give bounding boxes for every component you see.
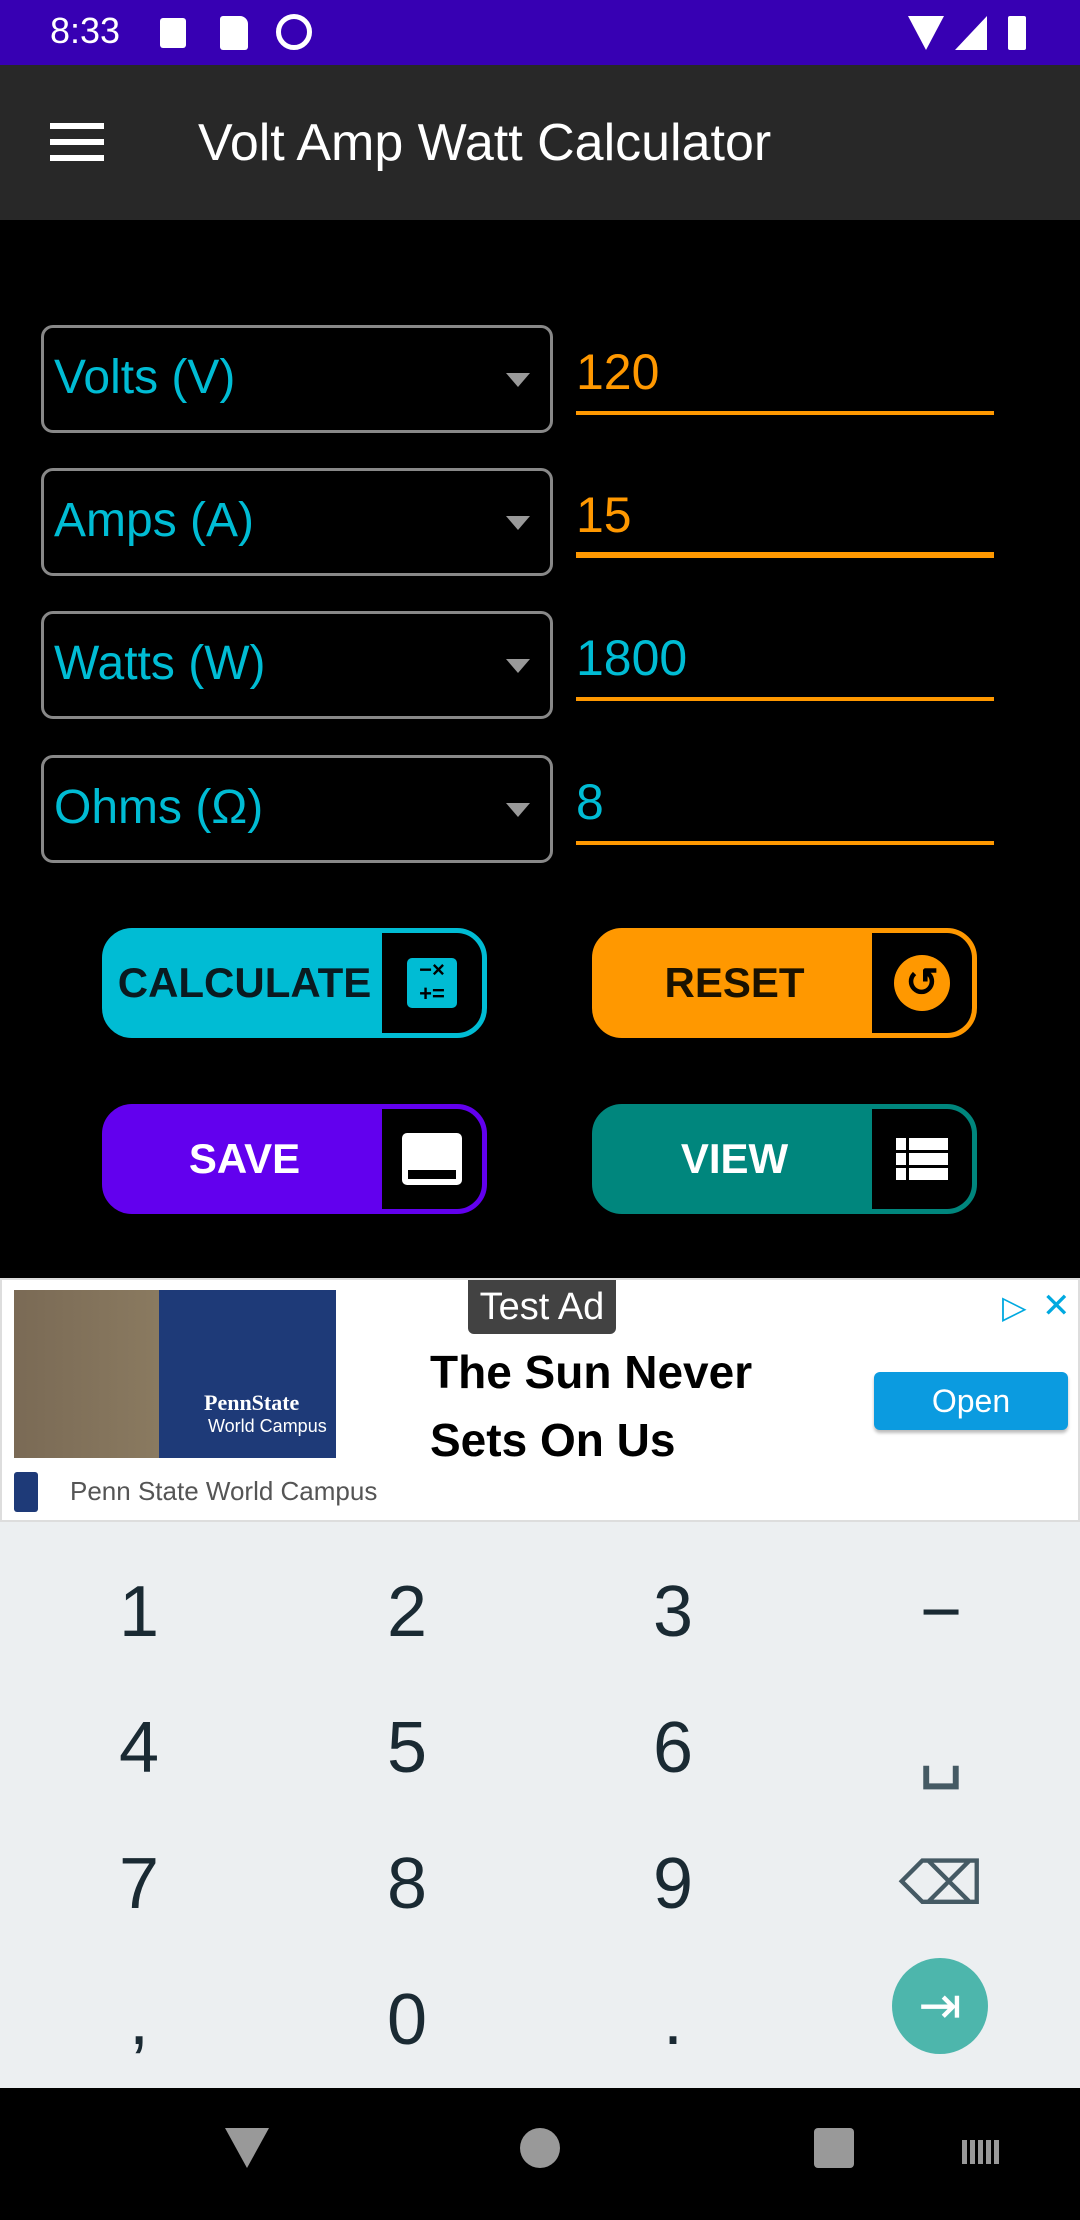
keyboard-switch-icon[interactable] xyxy=(962,2140,1002,2164)
calculate-button[interactable]: CALCULATE −× += xyxy=(102,928,487,1038)
key-4[interactable]: 4 xyxy=(4,1680,274,1816)
view-button[interactable]: VIEW xyxy=(592,1104,977,1214)
reset-icon: ↺ xyxy=(872,933,972,1033)
unit-dropdown-watts[interactable]: Watts (W) xyxy=(41,611,553,719)
space-key-icon[interactable]: ␣ xyxy=(806,1680,1076,1816)
key-2[interactable]: 2 xyxy=(272,1544,542,1680)
recents-icon[interactable] xyxy=(814,2128,854,2168)
adchoices-icon[interactable]: ▷ xyxy=(1002,1288,1027,1326)
key-3[interactable]: 3 xyxy=(538,1544,808,1680)
home-icon[interactable] xyxy=(520,2128,560,2168)
key-6[interactable]: 6 xyxy=(538,1680,808,1816)
back-icon[interactable] xyxy=(225,2128,269,2168)
next-field-icon[interactable]: ⇥ xyxy=(892,1958,988,2054)
app-bar: Volt Amp Watt Calculator xyxy=(0,65,1080,220)
a-notification-icon xyxy=(160,18,186,48)
advertiser-logo-icon xyxy=(14,1472,38,1512)
list-icon xyxy=(872,1109,972,1209)
dropdown-label: Ohms (Ω) xyxy=(54,781,264,834)
dropdown-arrow-icon xyxy=(506,373,530,387)
key-1[interactable]: 1 xyxy=(4,1544,274,1680)
ad-banner[interactable]: PennState World Campus Test Ad The Sun N… xyxy=(0,1278,1080,1522)
unit-dropdown-volts[interactable]: Volts (V) xyxy=(41,325,553,433)
q-icon xyxy=(276,14,312,50)
status-time: 8:33 xyxy=(50,10,121,51)
dropdown-label: Volts (V) xyxy=(54,351,236,404)
unit-dropdown-amps[interactable]: Amps (A) xyxy=(41,468,553,576)
dropdown-arrow-icon xyxy=(506,659,530,673)
ad-image[interactable]: PennState World Campus xyxy=(14,1290,336,1458)
dropdown-label: Amps (A) xyxy=(54,494,255,547)
key-0[interactable]: 0 xyxy=(272,1952,542,2088)
calculator-icon: −× += xyxy=(382,933,482,1033)
dropdown-label: Watts (W) xyxy=(54,637,266,690)
key-comma[interactable]: , xyxy=(4,1952,274,2088)
ad-advertiser: Penn State World Campus xyxy=(70,1476,378,1506)
ad-image-subtext: World Campus xyxy=(208,1416,327,1436)
ad-headline[interactable]: The Sun Never Sets On Us xyxy=(430,1338,790,1474)
save-label: SAVE xyxy=(188,1135,301,1182)
ad-open-button[interactable]: Open xyxy=(874,1372,1068,1430)
status-bar: 8:33 xyxy=(0,0,1080,65)
calculate-label: CALCULATE xyxy=(117,959,372,1006)
watts-input[interactable]: 1800 xyxy=(576,621,994,701)
numeric-keyboard: 1 2 3 − 4 5 6 ␣ 7 8 9 ⌫ , 0 . ⇥ xyxy=(0,1522,1080,2088)
dropdown-arrow-icon xyxy=(506,516,530,530)
ad-image-text: PennState xyxy=(204,1390,300,1415)
key-9[interactable]: 9 xyxy=(538,1816,808,1952)
reset-button[interactable]: RESET ↺ xyxy=(592,928,977,1038)
page-title: Volt Amp Watt Calculator xyxy=(198,114,772,172)
dropdown-arrow-icon xyxy=(506,803,530,817)
key-minus[interactable]: − xyxy=(806,1544,1076,1680)
key-7[interactable]: 7 xyxy=(4,1816,274,1952)
save-button[interactable]: SAVE xyxy=(102,1104,487,1214)
test-ad-badge: Test Ad xyxy=(468,1280,616,1334)
unit-dropdown-ohms[interactable]: Ohms (Ω) xyxy=(41,755,553,863)
battery-icon xyxy=(1008,16,1026,50)
reset-label: RESET xyxy=(664,959,805,1006)
hamburger-menu-icon[interactable] xyxy=(50,123,104,163)
save-icon xyxy=(382,1109,482,1209)
volts-input[interactable]: 120 xyxy=(576,335,994,415)
key-period[interactable]: . xyxy=(538,1952,808,2088)
ohms-input[interactable]: 8 xyxy=(576,765,994,845)
signal-icon xyxy=(955,16,987,50)
key-5[interactable]: 5 xyxy=(272,1680,542,1816)
close-icon[interactable]: ✕ xyxy=(1042,1286,1071,1326)
backspace-icon[interactable]: ⌫ xyxy=(806,1816,1076,1952)
amps-input[interactable]: 15 xyxy=(576,478,994,558)
key-8[interactable]: 8 xyxy=(272,1816,542,1952)
wifi-icon xyxy=(908,16,944,50)
view-label: VIEW xyxy=(680,1135,789,1182)
sd-card-icon xyxy=(220,16,248,50)
navigation-bar xyxy=(0,2088,1080,2220)
